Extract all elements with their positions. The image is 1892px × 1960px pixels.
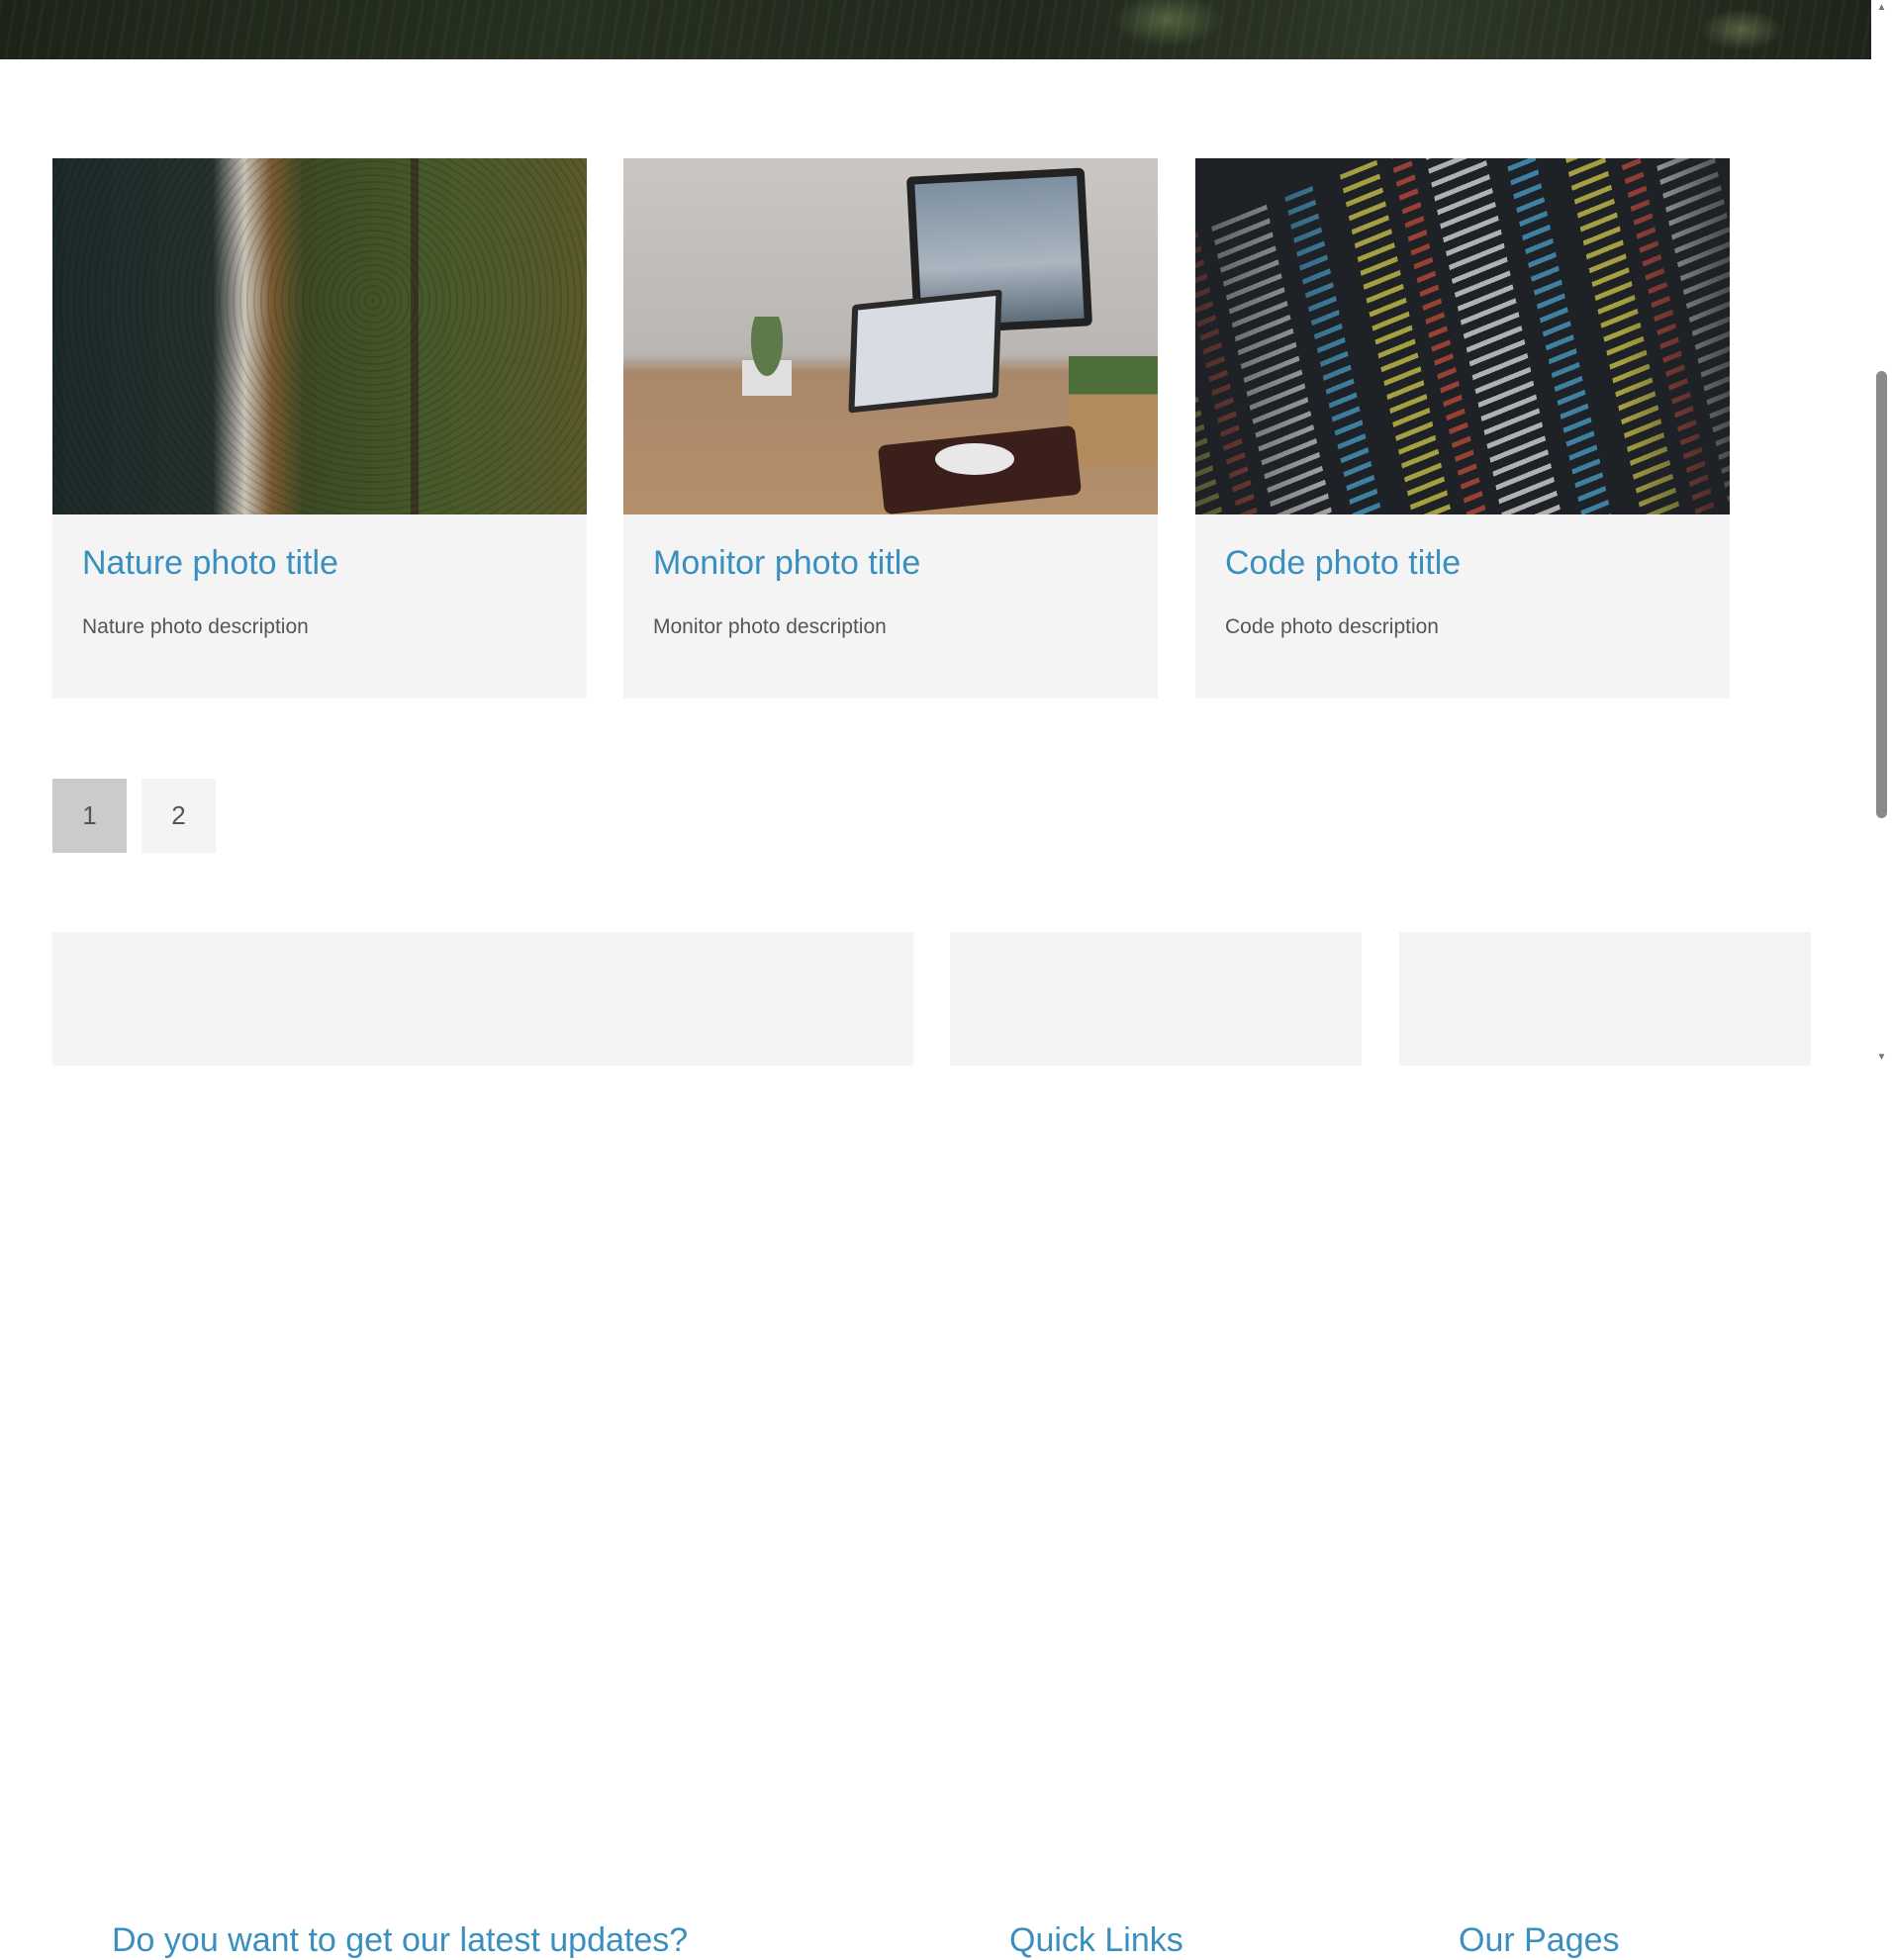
hero-image-banner [0, 0, 1871, 59]
card-description: Nature photo description [82, 615, 309, 638]
pagination-page-1[interactable]: 1 [52, 779, 127, 853]
scrollbar-thumb[interactable] [1876, 371, 1887, 818]
monitor-photo[interactable] [623, 158, 1158, 514]
plant-pot [1069, 356, 1158, 465]
mouse [935, 443, 1014, 475]
triangle-down-icon[interactable]: ▼ [1871, 1050, 1892, 1066]
footer-our-pages: Our Pages [1399, 932, 1811, 1959]
newsletter-heading: Do you want to get our latest updates? [112, 1921, 689, 1959]
nature-photo[interactable] [52, 158, 587, 514]
pagination-page-2[interactable]: 2 [142, 779, 216, 853]
page-scrollbar[interactable]: ▲ ▼ [1871, 0, 1892, 1066]
card-code[interactable]: Code photo title Code photo description [1195, 158, 1730, 699]
card-description: Code photo description [1225, 615, 1439, 638]
laptop [848, 289, 1002, 414]
card-title[interactable]: Nature photo title [82, 544, 338, 583]
triangle-up-icon[interactable]: ▲ [1871, 0, 1892, 16]
card-title[interactable]: Monitor photo title [653, 544, 920, 583]
footer-newsletter: Do you want to get our latest updates? [52, 932, 913, 1959]
card-title[interactable]: Code photo title [1225, 544, 1461, 583]
plant [742, 317, 792, 396]
card-description: Monitor photo description [653, 615, 887, 638]
card-monitor[interactable]: Monitor photo title Monitor photo descri… [623, 158, 1158, 699]
card-nature[interactable]: Nature photo title Nature photo descript… [52, 158, 587, 699]
quick-links-heading: Quick Links [1009, 1921, 1183, 1959]
our-pages-heading: Our Pages [1459, 1921, 1620, 1959]
code-photo[interactable] [1195, 158, 1730, 514]
code-lines [1195, 158, 1730, 514]
footer-quick-links: Quick Links [950, 932, 1362, 1959]
